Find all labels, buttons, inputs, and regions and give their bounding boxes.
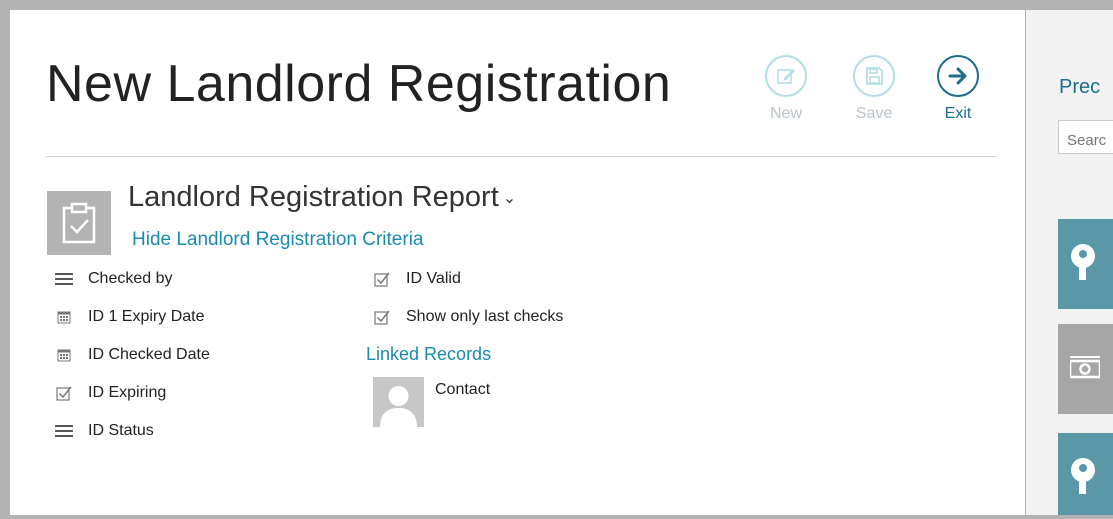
criterion-id-expiring[interactable]: ID Expiring [54,383,166,403]
calendar-icon [54,307,74,327]
save-button-label: Save [855,105,893,122]
criterion-label: ID 1 Expiry Date [88,308,205,325]
criterion-label: Show only last checks [406,308,564,325]
edit-icon [765,55,807,97]
criterion-id-checked-date[interactable]: ID Checked Date [54,345,210,365]
side-panel-title: Prec [1059,76,1101,98]
key-icon [1070,456,1100,501]
calendar-icon [54,345,74,365]
report-title: Landlord Registration Report [128,181,499,213]
criterion-label: ID Expiring [88,384,167,401]
main-panel: New Landlord Registration New Save Exit … [10,10,1025,515]
new-button[interactable]: New [756,55,816,123]
criterion-id-status[interactable]: ID Status [54,421,154,441]
exit-button-label: Exit [944,105,972,122]
criterion-label: ID Checked Date [88,346,210,363]
exit-button[interactable]: Exit [928,55,988,123]
sidebar-tile-key-2[interactable] [1058,433,1113,515]
list-icon [54,269,74,289]
save-icon [853,55,895,97]
criterion-id-valid[interactable]: ID Valid [372,269,461,289]
person-icon[interactable] [373,377,424,427]
sidebar-tile-money[interactable] [1058,324,1113,414]
header-divider [46,156,996,157]
report-selector[interactable]: Landlord Registration Report ⌄ [128,181,516,214]
save-button[interactable]: Save [844,55,904,123]
criterion-label: Checked by [88,270,173,287]
new-button-label: New [769,105,802,122]
page-title: New Landlord Registration [46,55,672,113]
sidebar-tile-key[interactable] [1058,219,1113,309]
criterion-label: ID Status [88,422,154,439]
side-search-input[interactable] [1058,120,1113,154]
arrow-right-icon [937,55,979,97]
hide-criteria-link[interactable]: Hide Landlord Registration Criteria [132,229,423,251]
criterion-checked-by[interactable]: Checked by [54,269,173,289]
criterion-label: ID Valid [406,270,461,287]
chevron-down-icon: ⌄ [502,190,517,208]
criterion-id-1-expiry-date[interactable]: ID 1 Expiry Date [54,307,204,327]
key-icon [1070,242,1100,287]
checkbox-icon [372,307,392,327]
checkbox-icon [54,383,74,403]
money-icon [1068,352,1102,387]
linked-record-contact[interactable]: Contact [435,381,490,399]
clipboard-check-icon [47,191,111,255]
list-icon [54,421,74,441]
linked-records-heading: Linked Records [366,344,492,364]
side-panel: Prec [1026,10,1113,515]
criterion-show-only-last-checks[interactable]: Show only last checks [372,307,563,327]
checkbox-icon [372,269,392,289]
